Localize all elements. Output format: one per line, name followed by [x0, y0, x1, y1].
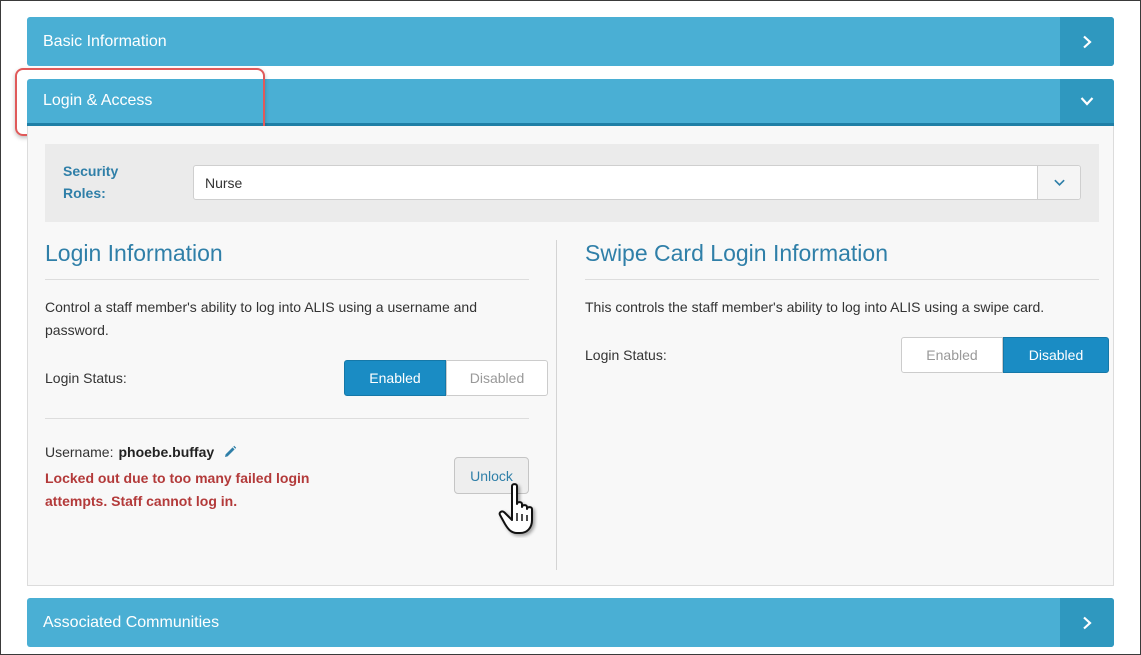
column-divider [556, 240, 557, 570]
enabled-button[interactable]: Enabled [344, 360, 446, 396]
login-status-label: Login Status: [45, 370, 127, 386]
swipe-card-description: This controls the staff member's ability… [585, 299, 1045, 315]
chevron-down-icon[interactable] [1060, 79, 1114, 123]
login-information-description: Control a staff member's ability to log … [45, 299, 477, 338]
chevron-right-icon[interactable] [1060, 17, 1114, 66]
pencil-icon[interactable] [223, 445, 237, 459]
divider [45, 279, 529, 280]
disabled-button[interactable]: Disabled [1003, 337, 1109, 373]
login-information-title: Login Information [45, 240, 223, 266]
security-roles-label: Security Roles: [63, 163, 119, 201]
swipe-login-status-label: Login Status: [585, 347, 667, 363]
swipe-card-title: Swipe Card Login Information [585, 240, 888, 266]
security-roles-bar: Security Roles: Nurse [45, 144, 1099, 222]
login-access-panel: Security Roles: Nurse Login Information … [27, 126, 1114, 586]
divider [585, 279, 1099, 280]
section-title: Basic Information [43, 32, 167, 50]
chevron-right-icon[interactable] [1060, 598, 1114, 647]
username-line: Username: phoebe.buffay [45, 444, 237, 460]
swipe-login-status-toggle: Enabled Disabled [901, 337, 1109, 373]
username-label: Username: [45, 444, 114, 460]
security-roles-select[interactable]: Nurse [193, 165, 1081, 200]
section-header-associated-communities[interactable]: Associated Communities [27, 598, 1114, 647]
locked-out-message: Locked out due to too many failed login … [45, 470, 310, 509]
hand-cursor-icon [498, 483, 533, 534]
enabled-button[interactable]: Enabled [901, 337, 1003, 373]
disabled-button[interactable]: Disabled [446, 360, 548, 396]
chevron-down-icon[interactable] [1037, 166, 1080, 199]
section-title: Associated Communities [43, 613, 220, 631]
username-value: phoebe.buffay [118, 444, 215, 460]
login-status-toggle: Enabled Disabled [344, 360, 548, 396]
divider [45, 418, 529, 419]
security-roles-value: Nurse [205, 174, 243, 191]
section-header-basic-information[interactable]: Basic Information [27, 17, 1114, 66]
